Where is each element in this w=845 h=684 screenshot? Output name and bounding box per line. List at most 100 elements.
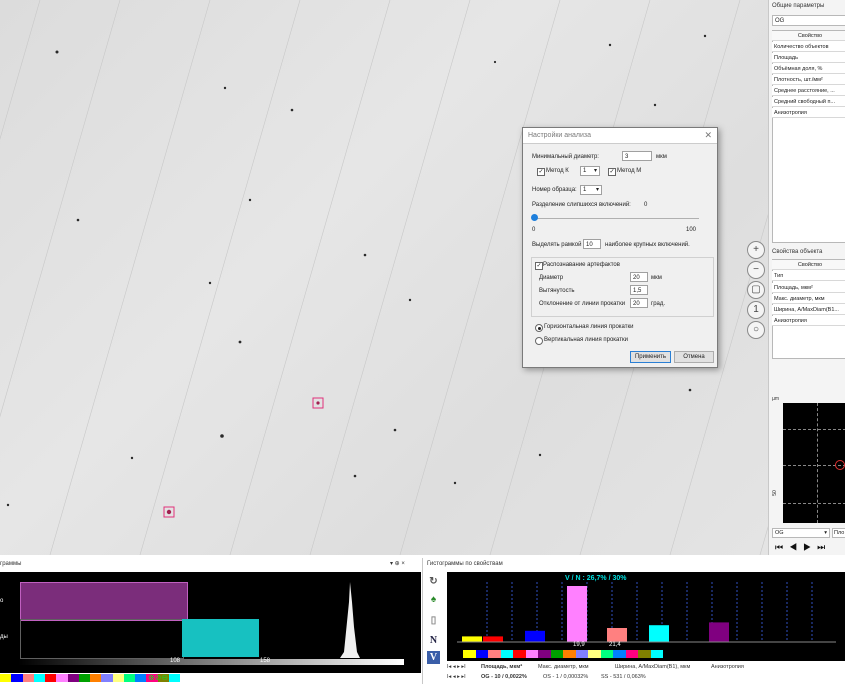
dialog-title: Настройки анализа xyxy=(528,132,592,139)
deviation-input[interactable]: 20 xyxy=(630,298,648,308)
general-row[interactable]: Площадь xyxy=(772,53,845,63)
object-props-title: Свойства объекта xyxy=(772,249,823,255)
object-row[interactable]: Тип xyxy=(772,271,845,281)
close-icon[interactable]: ✕ xyxy=(704,130,712,141)
min-diameter-input[interactable]: 3 xyxy=(622,151,652,161)
histogram-bar xyxy=(649,625,669,642)
general-row[interactable]: Количество объектов xyxy=(772,42,845,52)
plot-axis-label: µm xyxy=(772,396,780,402)
bar-cyan xyxy=(182,619,259,657)
highlight-suffix-label: наиболее крупных включений. xyxy=(605,242,690,248)
right-color-palette[interactable] xyxy=(463,650,663,658)
histogram-bar xyxy=(709,622,729,642)
panel-controls[interactable]: ▾ ⊕ × xyxy=(390,558,405,571)
palette-tool-icons[interactable]: ⊕⊘⊖ xyxy=(148,673,168,682)
left-label-2: ды xyxy=(0,634,8,640)
tab-nav-arrows-2[interactable]: I◂ ◂ ▸ ▸I xyxy=(447,672,466,682)
sample-number-select[interactable]: 1 ▾ xyxy=(580,185,602,195)
property-histogram: V / N : 26,7% / 30% 19,9 21,4 xyxy=(447,572,845,661)
object-row[interactable]: Ширина, A/MaxDiam(B1... xyxy=(772,305,845,315)
property-combo[interactable]: Пло xyxy=(832,528,845,538)
tab-og[interactable]: OG - 10 / 0,0022% xyxy=(481,672,527,682)
method-k-select[interactable]: 1 ▾ xyxy=(580,166,600,176)
chevron-down-icon: ▾ xyxy=(824,530,827,536)
object-row[interactable]: Макс. диаметр, мкм xyxy=(772,294,845,304)
zoom-in-icon[interactable]: + xyxy=(747,241,765,259)
value-label-1: 19,9 xyxy=(573,642,585,648)
object-row[interactable]: Анизотропия xyxy=(772,316,845,326)
zoom-select-icon[interactable]: ○ xyxy=(747,321,765,339)
general-params-title: Общие параметры xyxy=(772,3,825,9)
chevron-down-icon: ▾ xyxy=(593,168,597,174)
min-diameter-unit: мкм xyxy=(656,154,667,160)
cancel-button[interactable]: Отмена xyxy=(674,351,714,363)
tab-os[interactable]: OS - 1 / 0,00032% xyxy=(543,672,588,682)
document-icon[interactable]: ▯ xyxy=(427,614,440,627)
histogram-bar xyxy=(567,586,587,642)
method-k-checkbox[interactable]: ✓ xyxy=(537,168,545,176)
diameter-input[interactable]: 20 xyxy=(630,272,648,282)
apply-button[interactable]: Применить xyxy=(630,351,671,363)
gray-scale-bar xyxy=(18,659,404,665)
deviation-unit: град. xyxy=(651,301,666,307)
dialog-titlebar: Настройки анализа ✕ xyxy=(523,128,717,144)
general-row[interactable]: Средний свободный п... xyxy=(772,97,845,107)
bottom-combo-value: OG xyxy=(775,530,784,536)
object-marker xyxy=(835,460,845,470)
refresh-icon[interactable]: ↻ xyxy=(427,575,440,588)
tick-158: 158 xyxy=(260,658,271,664)
general-header: Свойство xyxy=(772,31,845,41)
zoom-fit-icon[interactable]: ▢ xyxy=(747,281,765,299)
elongation-input[interactable]: 1,5 xyxy=(630,285,648,295)
general-row[interactable]: Анизотропия xyxy=(772,108,845,118)
diameter-unit: мкм xyxy=(651,275,662,281)
last-icon[interactable]: ⏭ xyxy=(817,542,831,552)
next-icon[interactable]: ▶ xyxy=(803,542,817,552)
plot-tick-label: 50 xyxy=(771,490,778,496)
value-label-2: 21,4 xyxy=(609,642,621,648)
histogram-bar xyxy=(483,636,503,642)
method-m-label: Метод М xyxy=(617,168,642,174)
separation-slider-thumb[interactable] xyxy=(531,214,538,221)
tab-width[interactable]: Ширина, A/MaxDiam(B1), мкм xyxy=(615,662,690,672)
object-header: Свойство xyxy=(772,260,845,270)
general-row[interactable]: Плотность, шт./мм² xyxy=(772,75,845,85)
bottom-set-combo[interactable]: OG ▾ xyxy=(772,528,830,538)
set-combo[interactable]: OG xyxy=(772,15,845,26)
analysis-settings-dialog: Настройки анализа ✕ Минимальный диаметр:… xyxy=(522,127,718,368)
histogram-bar xyxy=(462,636,482,642)
right-panel-title: Гистограммы по свойствам xyxy=(427,561,503,567)
min-diameter-label: Минимальный диаметр: xyxy=(532,154,599,160)
v-mode-icon[interactable]: V xyxy=(427,651,440,664)
histogram-bar xyxy=(607,628,627,642)
artifact-checkbox[interactable]: ✓ xyxy=(535,262,543,270)
prev-icon[interactable]: ◀ xyxy=(789,542,803,552)
separation-slider-track[interactable] xyxy=(534,218,699,219)
object-row[interactable]: Площадь, мкм² xyxy=(772,283,845,293)
tab-max-diameter[interactable]: Макс. диаметр, мкм xyxy=(538,662,589,672)
highlight-count-input[interactable]: 10 xyxy=(583,239,601,249)
diameter-label: Диаметр xyxy=(539,275,564,281)
radio-horizontal[interactable] xyxy=(535,324,543,332)
tab-anisotropy[interactable]: Анизотропия xyxy=(711,662,744,672)
zoom-actual-icon[interactable]: 1 xyxy=(747,301,765,319)
n-mode-icon[interactable]: N xyxy=(427,634,440,647)
histogram-panel-right: Гистограммы по свойствам ↻ ♠ ▯ N V V / N… xyxy=(422,558,845,684)
left-histogram: о ды 108 158 xyxy=(0,572,421,673)
right-panel: Общие параметры OG Свойство Количество о… xyxy=(768,0,845,555)
general-row[interactable]: Объёмная доля, % xyxy=(772,64,845,74)
slider-min-label: 0 xyxy=(532,227,536,233)
tree-icon[interactable]: ♠ xyxy=(427,593,440,606)
tab-nav-arrows[interactable]: I◂ ◂ ▸ ▸I xyxy=(447,662,466,672)
tick-108: 108 xyxy=(170,658,181,664)
nav-buttons: ⏮◀▶⏭ xyxy=(775,542,831,553)
general-row[interactable]: Среднее расстояние, ... xyxy=(772,86,845,96)
zoom-out-icon[interactable]: − xyxy=(747,261,765,279)
first-icon[interactable]: ⏮ xyxy=(775,542,789,552)
radio-vertical[interactable] xyxy=(535,337,543,345)
tab-ss[interactable]: SS - 531 / 0,063% xyxy=(601,672,646,682)
sample-number-label: Номер образца: xyxy=(532,187,577,193)
method-m-checkbox[interactable]: ✓ xyxy=(608,168,616,176)
tab-area[interactable]: Площадь, мкм² xyxy=(481,662,522,672)
object-plot xyxy=(783,403,845,523)
